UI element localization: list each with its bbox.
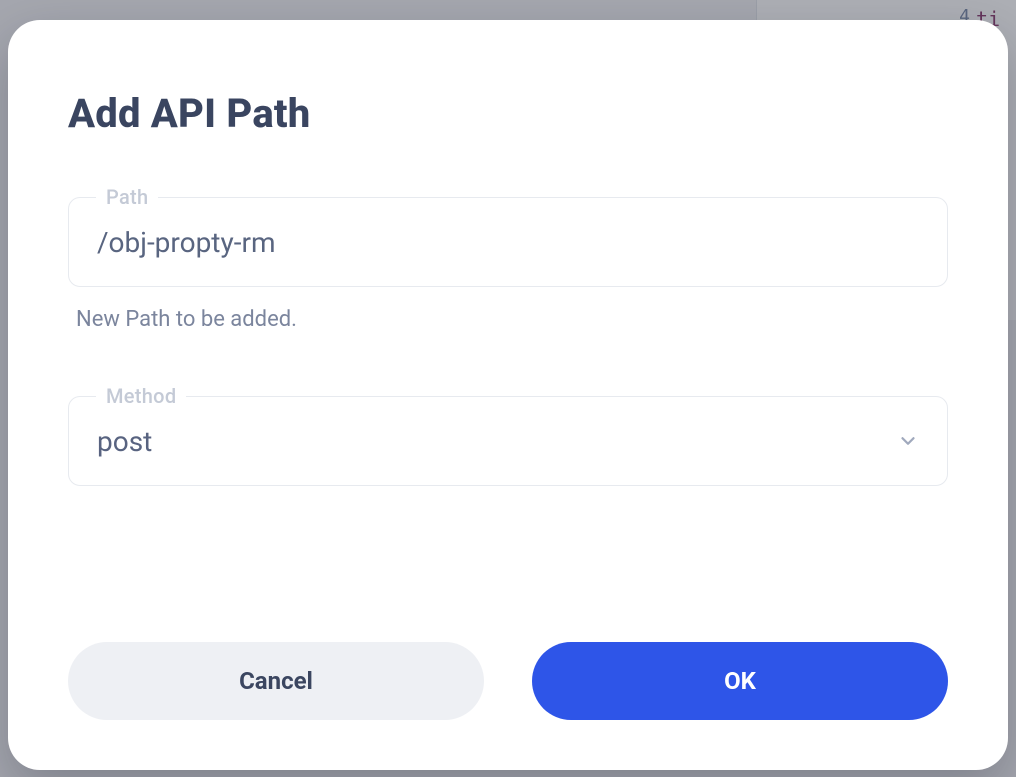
cancel-button[interactable]: Cancel [68, 642, 484, 720]
ok-button[interactable]: OK [532, 642, 948, 720]
path-helper-text: New Path to be added. [76, 307, 948, 332]
dialog-title: Add API Path [68, 90, 948, 137]
chevron-down-icon [897, 430, 919, 452]
path-field-wrap: Path [68, 197, 948, 287]
add-api-path-dialog: Add API Path Path New Path to be added. … [8, 20, 1008, 770]
dialog-button-row: Cancel OK [68, 642, 948, 720]
method-select-value: post [97, 425, 152, 458]
path-label: Path [96, 185, 158, 209]
method-label: Method [96, 384, 186, 408]
method-field-wrap: Method post [68, 396, 948, 486]
method-select[interactable]: post [68, 396, 948, 486]
path-input[interactable] [68, 197, 948, 287]
